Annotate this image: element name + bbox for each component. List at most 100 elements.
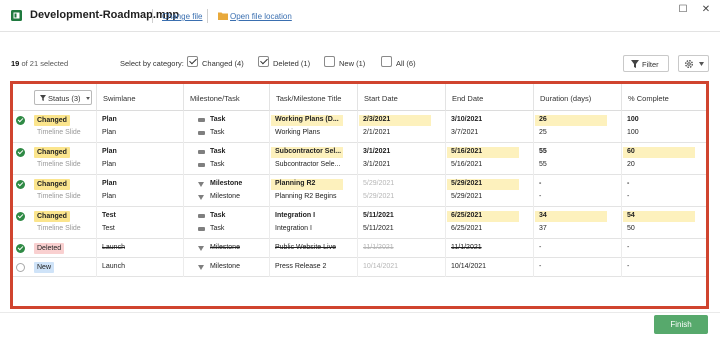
column-divider	[183, 239, 184, 258]
column-divider	[96, 111, 97, 143]
type-cell: Task	[210, 116, 226, 123]
selected-check-icon[interactable]	[16, 212, 25, 221]
column-divider	[445, 111, 446, 143]
chevron-down-icon	[699, 62, 704, 66]
table-row[interactable]: Changed Plan Task Subcontractor Sel... 3/1/2…	[13, 143, 706, 175]
start-date-cell: 5/11/2021	[363, 212, 394, 219]
column-divider	[445, 239, 446, 258]
selected-suffix: of 21 selected	[21, 59, 69, 68]
type-cell: Task	[210, 148, 226, 155]
column-divider	[533, 239, 534, 258]
title-separator	[207, 9, 208, 23]
status-filter-dropdown[interactable]: Status (3)	[34, 90, 92, 105]
column-divider	[445, 258, 446, 277]
milestone-icon	[198, 246, 204, 251]
unselected-circle-icon[interactable]	[16, 263, 25, 272]
end-date-cell: 5/16/2021	[451, 148, 483, 155]
selection-count: 19 of 21 selected	[11, 59, 68, 68]
swimlane-cell: Launch	[102, 263, 125, 270]
change-file-link[interactable]: Change file	[162, 12, 202, 21]
task-icon	[198, 214, 205, 218]
filter-button[interactable]: Filter	[623, 55, 669, 72]
start-date-header: Start Date	[357, 84, 445, 111]
selected-check-icon[interactable]	[16, 180, 25, 189]
column-divider	[445, 207, 446, 239]
swimlane-cell: Launch	[102, 244, 125, 251]
column-divider	[96, 207, 97, 239]
duration-cell: 34	[539, 212, 547, 219]
end-date-cell: 11/1/2021	[451, 244, 482, 251]
column-divider	[183, 175, 184, 207]
all-checkbox[interactable]	[381, 56, 392, 67]
column-divider	[357, 143, 358, 175]
filter-icon	[40, 95, 46, 101]
swimlane-cell: Test	[102, 225, 115, 232]
complete-cell: 100	[627, 116, 639, 123]
duration-cell: 55	[539, 161, 547, 168]
changed-checkbox[interactable]	[187, 56, 198, 67]
column-divider	[96, 239, 97, 258]
status-badge: Changed	[34, 147, 70, 158]
table-row[interactable]: Changed Test Task Integration I 5/11/2021 6/2…	[13, 207, 706, 239]
column-divider	[621, 143, 622, 175]
column-divider	[357, 239, 358, 258]
finish-button[interactable]: Finish	[654, 315, 708, 334]
all-checkbox-label[interactable]: All (6)	[396, 59, 416, 68]
type-cell: Milestone	[210, 193, 240, 200]
column-divider	[533, 111, 534, 143]
deleted-checkbox-label[interactable]: Deleted (1)	[273, 59, 310, 68]
new-checkbox-label[interactable]: New (1)	[339, 59, 365, 68]
complete-header: % Complete	[621, 84, 706, 111]
type-cell: Task	[210, 225, 225, 232]
duration-cell: -	[539, 193, 542, 200]
swimlane-cell: Plan	[102, 129, 117, 136]
timeline-slide-label: Timeline Slide	[37, 161, 81, 168]
column-divider	[357, 175, 358, 207]
complete-cell: -	[627, 263, 630, 270]
open-file-location-link[interactable]: Open file location	[230, 12, 292, 21]
changed-checkbox-label[interactable]: Changed (4)	[202, 59, 244, 68]
settings-button[interactable]	[678, 55, 709, 72]
footer-divider	[0, 312, 720, 313]
end-date-cell: 6/25/2021	[451, 212, 483, 219]
end-date-cell: 3/10/2021	[451, 116, 483, 123]
title-cell: Integration I	[275, 212, 316, 219]
table-row[interactable]: Deleted Launch Milestone Public Website Liv…	[13, 239, 706, 258]
duration-cell: 37	[539, 225, 547, 232]
maximize-icon[interactable]: ☐	[677, 4, 689, 16]
end-date-cell: 5/29/2021	[451, 193, 483, 200]
close-icon[interactable]: ✕	[700, 4, 712, 16]
column-divider	[357, 207, 358, 239]
status-badge: Changed	[34, 115, 70, 126]
title-separator	[152, 9, 153, 23]
column-divider	[96, 258, 97, 277]
new-checkbox[interactable]	[324, 56, 335, 67]
start-date-cell: 5/29/2021	[363, 180, 395, 187]
column-divider	[183, 258, 184, 277]
complete-cell: 54	[627, 212, 635, 219]
table-row[interactable]: New Launch Milestone Press Release 2 10/14/2…	[13, 258, 706, 277]
title-header: Task/Milestone Title	[269, 84, 357, 111]
deleted-checkbox[interactable]	[258, 56, 269, 67]
title-cell: Integration I	[275, 225, 312, 232]
column-divider	[269, 143, 270, 175]
selected-check-icon[interactable]	[16, 244, 25, 253]
selected-check-icon[interactable]	[16, 116, 25, 125]
table-row[interactable]: Changed Plan Milestone Planning R2 5/29/2021…	[13, 175, 706, 207]
column-divider	[269, 111, 270, 143]
column-divider	[183, 207, 184, 239]
table-row[interactable]: Changed Plan Task Working Plans (D... 2/3/20…	[13, 111, 706, 143]
column-divider	[621, 111, 622, 143]
swimlane-cell: Plan	[102, 116, 117, 123]
complete-cell: -	[627, 193, 630, 200]
column-divider	[269, 175, 270, 207]
project-app-icon	[11, 10, 22, 21]
selected-check-icon[interactable]	[16, 148, 25, 157]
title-cell: Public Website Live	[275, 244, 336, 251]
filter-icon	[631, 60, 639, 68]
column-divider	[269, 207, 270, 239]
column-divider	[621, 258, 622, 277]
status-header: Status (3)	[28, 84, 96, 111]
column-divider	[96, 175, 97, 207]
task-icon	[198, 163, 205, 167]
